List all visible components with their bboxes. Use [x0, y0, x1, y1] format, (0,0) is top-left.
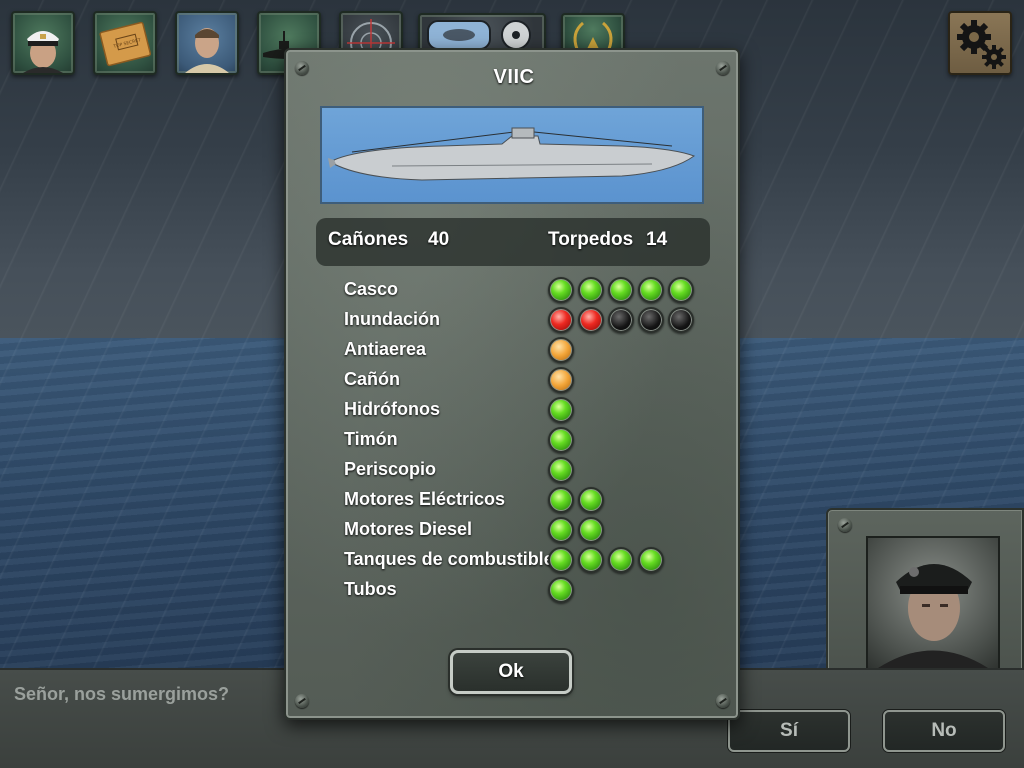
status-light-green [548, 517, 574, 543]
status-light-green [608, 277, 634, 303]
status-light-green [668, 277, 694, 303]
command-question: Señor, nos sumergimos? [14, 684, 230, 704]
status-light-green [548, 277, 574, 303]
system-label: Timón [344, 429, 398, 449]
status-light-black [638, 307, 664, 333]
sonar-icon [427, 20, 531, 50]
guns-label: Cañones [328, 229, 409, 250]
status-light-green [548, 397, 574, 423]
system-label: Casco [344, 279, 399, 299]
status-light-green [638, 547, 664, 573]
officer-portrait [866, 536, 1000, 670]
system-label: Tanques de combustible [344, 549, 554, 569]
captain-portrait-icon [23, 31, 63, 73]
system-label: Hidrófonos [344, 399, 440, 419]
torpedoes-label: Torpedos [548, 229, 634, 250]
system-label: Tubos [344, 579, 397, 599]
crew-portrait-icon [185, 28, 229, 73]
settings-button[interactable] [948, 11, 1012, 75]
armament-stats: Cañones 40 Torpedos 14 [316, 218, 710, 266]
submarine-status-dialog: VIIC Cañones 40 Torpedos 14 Casco Inundac… [284, 48, 740, 720]
torpedoes-value: 14 [646, 229, 668, 250]
system-label: Inundación [344, 309, 440, 329]
submarine-profile-icon [328, 127, 696, 181]
rank-button[interactable] [561, 13, 625, 53]
status-light-green [548, 547, 574, 573]
status-light-black [668, 307, 694, 333]
system-label: Antiaerea [344, 339, 427, 359]
status-light-red [578, 307, 604, 333]
guns-value: 40 [428, 229, 450, 250]
status-light-black [608, 307, 634, 333]
bolt-icon [295, 694, 309, 708]
status-light-orange [548, 367, 574, 393]
gear-icon [957, 20, 1006, 69]
rank-insignia-icon [573, 21, 613, 50]
system-label: Motores Eléctricos [344, 489, 506, 509]
status-light-green [608, 547, 634, 573]
no-button[interactable]: No [883, 710, 1005, 752]
system-label: Periscopio [344, 459, 437, 479]
sonar-button[interactable] [418, 13, 546, 53]
status-light-green [638, 277, 664, 303]
status-light-green [578, 517, 604, 543]
status-light-green [578, 547, 604, 573]
status-light-orange [548, 337, 574, 363]
bolt-icon [838, 518, 852, 532]
folder-icon: TOP SECRET [99, 21, 152, 67]
yes-button[interactable]: Sí [728, 710, 850, 752]
ok-button[interactable]: Ok [450, 650, 572, 694]
status-light-green [548, 457, 574, 483]
status-light-red [548, 307, 574, 333]
captain-portrait-button[interactable] [11, 11, 75, 75]
system-label: Motores Diesel [344, 519, 473, 539]
system-label: Cañón [344, 369, 400, 389]
status-light-green [548, 427, 574, 453]
status-light-green [578, 277, 604, 303]
crew-portrait-button[interactable] [175, 11, 239, 75]
submarine-image [320, 106, 704, 204]
bolt-icon [716, 694, 730, 708]
dialog-title: VIIC [493, 66, 535, 88]
top-secret-folder-button[interactable]: TOP SECRET [93, 11, 157, 75]
officer-portrait-panel [826, 508, 1024, 673]
status-light-green [548, 487, 574, 513]
status-light-green [548, 577, 574, 603]
status-light-green [578, 487, 604, 513]
